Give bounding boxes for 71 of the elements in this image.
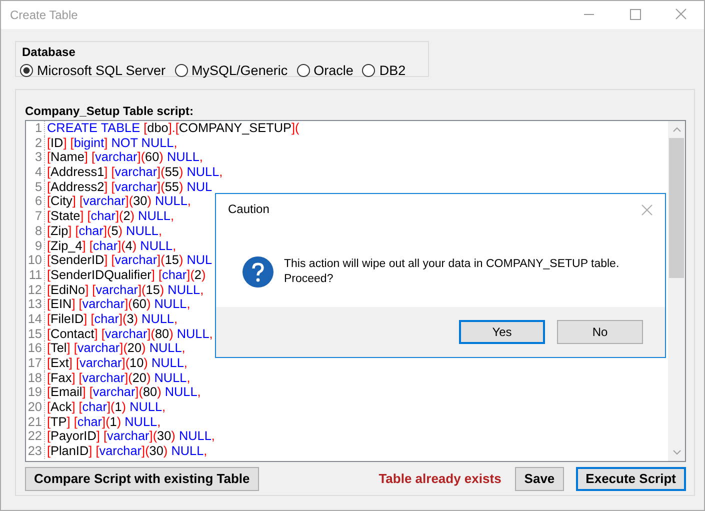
line-number: 10 [26, 253, 45, 268]
line-number: 20 [26, 400, 45, 415]
radio-label[interactable]: MySQL/Generic [192, 62, 288, 80]
code-line: [City] [varchar](30) NULL, [47, 194, 191, 210]
line-number: 15 [26, 326, 45, 342]
code-line: [Fax] [varchar](20) NULL, [47, 370, 190, 386]
line-number: 23 [26, 444, 45, 459]
dialog-button[interactable]: No [557, 320, 643, 344]
scroll-thumb[interactable] [669, 138, 684, 278]
code-line: [Zip_4] [char](4) NULL, [47, 238, 176, 254]
status-text: Table already exists [378, 470, 502, 488]
code-line: [SenderIDQualifier] [char](2) [47, 268, 206, 283]
close-icon[interactable] [641, 204, 653, 216]
code-line: [State] [char](2) NULL, [47, 209, 174, 224]
scroll-down-icon[interactable] [672, 450, 680, 455]
section-label: Company_Setup Table script: [25, 104, 194, 118]
line-number: 8 [26, 224, 45, 238]
question-icon [242, 256, 274, 288]
line-number: 14 [26, 312, 45, 327]
code-line: [TP] [char](1) NULL, [47, 414, 161, 430]
line-number: 12 [26, 282, 45, 298]
code-line: [FileID] [char](3) NULL, [47, 312, 178, 327]
line-number: 22 [26, 429, 45, 444]
compare-button[interactable]: Compare Script with existing Table [25, 467, 259, 491]
line-number: 4 [26, 165, 45, 180]
line-number: 11 [26, 268, 45, 283]
code-line: [EIN] [varchar](60) NULL, [47, 297, 190, 312]
group-label: Database [20, 46, 78, 59]
line-number: 18 [26, 370, 45, 386]
line-number: 21 [26, 414, 45, 430]
line-number: 16 [26, 341, 45, 356]
dialog-message: This action will wipe out all your data in COMPANY_SETUP table. Proceed? [284, 256, 620, 286]
code-line: [SenderID] [varchar](15) NUL [47, 253, 212, 268]
code-line: [Address2] [varchar](55) NUL [47, 180, 212, 194]
action-button[interactable]: Execute Script [576, 467, 686, 491]
code-line: [Email] [varchar](80) NULL, [47, 385, 201, 400]
code-line: [Tel] [varchar](20) NULL, [47, 341, 186, 356]
radio-button[interactable] [174, 64, 188, 77]
dialog-title: Caution [228, 201, 270, 218]
action-button[interactable]: Save [515, 467, 564, 491]
scrollbar[interactable] [668, 121, 685, 461]
line-number: 9 [26, 238, 45, 254]
window-title: Create Table [10, 7, 78, 24]
radio-label[interactable]: Oracle [314, 62, 354, 80]
radio-button[interactable] [362, 64, 376, 77]
dialog-button[interactable]: Yes [459, 320, 545, 344]
line-number: 3 [26, 150, 45, 166]
code-line: [Address1] [varchar](55) NULL, [47, 165, 223, 180]
code-line: [Contact] [varchar](80) NULL, [47, 326, 213, 342]
code-line: [Name] [varchar](60) NULL, [47, 150, 203, 166]
line-number: 6 [26, 194, 45, 210]
code-line: [EdiNo] [varchar](15) NULL, [47, 282, 204, 298]
code-line: CREATE TABLE [dbo].[COMPANY_SETUP]( [47, 121, 300, 136]
line-number: 2 [26, 136, 45, 150]
code-line: [PayorID] [varchar](30) NULL, [47, 429, 215, 444]
radio-label[interactable]: Microsoft SQL Server [37, 62, 166, 80]
line-number: 1 [26, 121, 45, 136]
code-line: [Ack] [char](1) NULL, [47, 400, 166, 415]
radio-button[interactable] [20, 64, 33, 77]
code-line: [PlanID] [varchar](30) NULL, [47, 444, 208, 459]
line-number: 5 [26, 180, 45, 194]
radio-label[interactable]: DB2 [379, 62, 406, 80]
code-line: [Ext] [varchar](10) NULL, [47, 356, 188, 371]
scroll-up-icon[interactable] [672, 127, 680, 132]
line-number: 7 [26, 209, 45, 224]
line-number: 19 [26, 385, 45, 400]
line-number: 17 [26, 356, 45, 371]
line-number: 13 [26, 297, 45, 312]
code-line: [Zip] [char](5) NULL, [47, 224, 162, 238]
code-line: [ID] [bigint] NOT NULL, [47, 136, 178, 150]
radio-button[interactable] [296, 64, 310, 77]
